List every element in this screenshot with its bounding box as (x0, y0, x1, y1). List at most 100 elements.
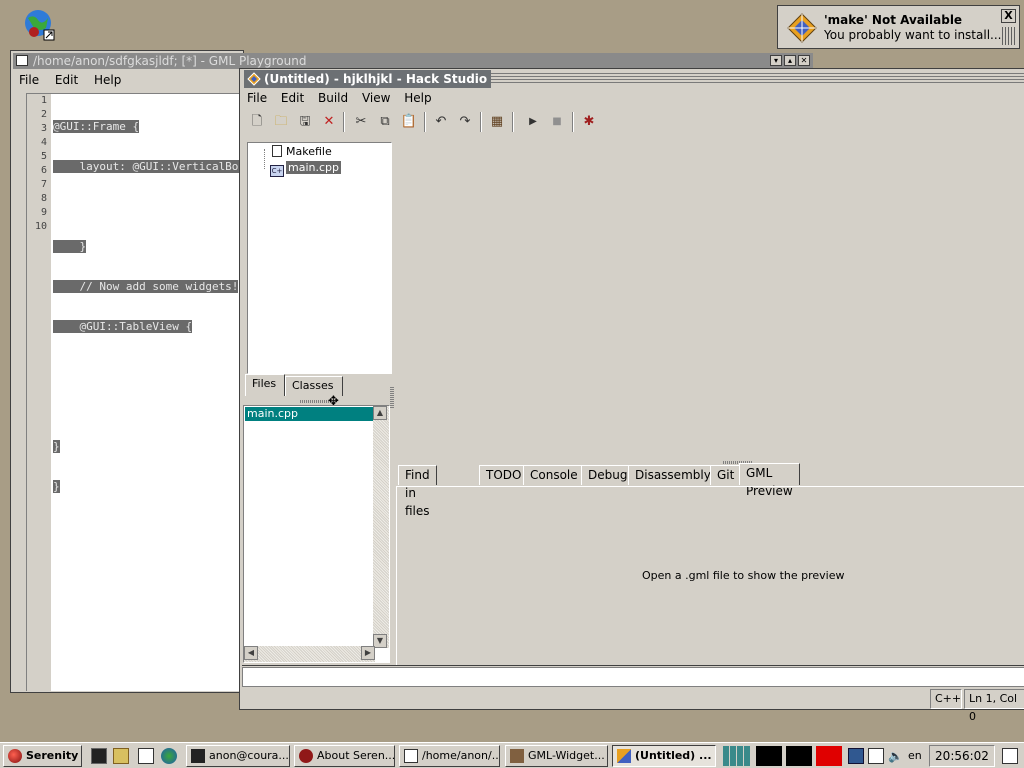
tree-item-label: main.cpp (286, 161, 341, 174)
code-area[interactable]: @GUI::Frame { layout: @GUI::VerticalBox … (53, 94, 253, 520)
cut-icon[interactable]: ✂ (350, 111, 372, 133)
tab-disassembly[interactable]: Disassembly (628, 465, 718, 485)
taskbar-window-about[interactable]: About Seren... (294, 745, 395, 767)
close-icon[interactable]: ✕ (798, 55, 810, 66)
new-file-icon[interactable]: 🗋 (246, 111, 268, 133)
scroll-down-icon[interactable]: ▼ (373, 634, 387, 648)
paste-icon[interactable]: 📋 (398, 111, 420, 133)
title-bar-stripes (474, 73, 1024, 85)
hs-title: (Untitled) - hjklhjkl - Hack Studio (264, 72, 488, 86)
tab-find-in-files[interactable]: Find in files (398, 465, 437, 518)
globe-icon[interactable] (22, 8, 56, 42)
hack-studio-icon (787, 13, 817, 43)
open-files-list[interactable]: main.cpp ▲ ▼ ◀ ▶ (243, 405, 390, 663)
close-icon[interactable]: X (1001, 9, 1016, 23)
hs-title-text: (Untitled) - hjklhjkl - Hack Studio (244, 70, 492, 88)
network-graph (816, 746, 842, 766)
notification-body: You probably want to install... (824, 28, 1002, 42)
tab-console[interactable]: Console (523, 465, 585, 485)
file-manager-icon[interactable] (113, 748, 129, 764)
tab-git[interactable]: Git (710, 465, 742, 485)
hs-menu-help[interactable]: Help (399, 89, 436, 107)
code-line: layout: @GUI::VerticalBox (53, 160, 246, 173)
maximize-icon[interactable]: ▴ (784, 55, 796, 66)
terminal-icon[interactable] (91, 748, 107, 764)
toolbar-separator (480, 112, 482, 132)
hs-menu-build[interactable]: Build (313, 89, 353, 107)
start-button[interactable]: Serenity (3, 745, 82, 767)
taskbar-window-hack-studio[interactable]: (Untitled) ... (612, 745, 716, 767)
keymap-indicator[interactable]: en (908, 749, 922, 762)
scroll-left-icon[interactable]: ◀ (244, 646, 258, 660)
tab-files[interactable]: Files (245, 374, 285, 396)
line-number: 3 (40, 123, 47, 134)
terminal-icon (191, 749, 205, 763)
gml-menu-help[interactable]: Help (88, 71, 127, 89)
line-number: 8 (40, 193, 47, 204)
browser-icon[interactable] (161, 748, 177, 764)
run-icon[interactable]: ▶ (522, 111, 544, 133)
code-line: } (53, 440, 60, 453)
notification-popup[interactable]: 'make' Not Available You probably want t… (777, 5, 1020, 49)
scroll-up-icon[interactable]: ▲ (373, 406, 387, 420)
gml-menu-edit[interactable]: Edit (49, 71, 84, 89)
clock[interactable]: 20:56:02 (929, 745, 995, 767)
copy-icon[interactable]: ⧉ (374, 111, 396, 133)
build-icon[interactable]: ▦ (486, 111, 508, 133)
toolbar-separator (343, 112, 345, 132)
status-language: C++ (930, 689, 962, 709)
tab-todo[interactable]: TODO (479, 465, 529, 485)
taskbar-window-terminal[interactable]: anon@coura... (186, 745, 290, 767)
line-number: 4 (40, 137, 47, 148)
gml-preview-pane: Open a .gml file to show the preview (396, 486, 1024, 666)
locator-input[interactable] (242, 667, 1024, 687)
scroll-right-icon[interactable]: ▶ (361, 646, 375, 660)
taskbar: Serenity anon@coura... About Seren... /h… (0, 742, 1024, 768)
start-label: Serenity (26, 749, 79, 762)
taskbar-window-label: /home/anon/... (422, 749, 500, 762)
delete-icon[interactable]: ✕ (318, 111, 340, 133)
save-icon[interactable]: 🖫 (294, 111, 316, 133)
notes-icon[interactable] (1002, 748, 1018, 764)
tab-gml-preview[interactable]: GML Preview (739, 463, 800, 498)
hs-menu-file[interactable]: File (242, 89, 272, 107)
redo-icon[interactable]: ↷ (454, 111, 476, 133)
stop-icon[interactable]: ■ (546, 111, 568, 133)
gml-menu-file[interactable]: File (13, 71, 45, 89)
hack-studio-window[interactable]: (Untitled) - hjklhjkl - Hack Studio File… (239, 68, 1024, 723)
workspace-switcher[interactable] (723, 746, 751, 766)
gml-title-bar[interactable]: /home/anon/sdfgkasjldf; [*] - GML Playgr… (13, 53, 813, 69)
vertical-scrollbar[interactable]: ▲ ▼ (373, 406, 389, 648)
hs-menu-view[interactable]: View (357, 89, 395, 107)
clipboard-icon[interactable] (868, 748, 884, 764)
taskbar-window-gml-widget[interactable]: GML-Widget... (505, 745, 608, 767)
line-number: 9 (40, 207, 47, 218)
horizontal-scrollbar[interactable]: ◀ ▶ (244, 646, 375, 662)
gml-code-editor[interactable]: 1 2 3 4 5 6 7 8 9 10 @GUI::Frame { layou… (26, 93, 246, 692)
hs-title-bar[interactable]: (Untitled) - hjklhjkl - Hack Studio (242, 70, 1024, 88)
taskbar-window-label: GML-Widget... (528, 749, 605, 762)
text-editor-icon[interactable] (138, 748, 154, 764)
hs-menubar: File Edit Build View Help (242, 89, 437, 109)
tree-item-makefile[interactable]: Makefile (272, 145, 332, 158)
vertical-splitter[interactable] (390, 387, 394, 409)
line-number: 5 (40, 151, 47, 162)
project-tree[interactable]: Makefile C+ main.cpp (247, 142, 392, 374)
tab-debug[interactable]: Debug (581, 465, 635, 485)
gml-playground-window[interactable]: /home/anon/sdfgkasjldf; [*] - GML Playgr… (10, 50, 813, 693)
tab-classes[interactable]: Classes (285, 376, 343, 396)
hs-menu-edit[interactable]: Edit (276, 89, 309, 107)
debug-icon[interactable]: ✱ (578, 111, 600, 133)
file-icon (272, 145, 282, 157)
preview-message: Open a .gml file to show the preview (642, 569, 845, 582)
memory-graph (786, 746, 812, 766)
notification-grip (1002, 27, 1016, 45)
volume-icon[interactable]: 🔈 (888, 748, 904, 764)
undo-icon[interactable]: ↶ (430, 111, 452, 133)
open-folder-icon[interactable]: 🗀 (270, 111, 292, 133)
open-file-row[interactable]: main.cpp (245, 407, 374, 421)
taskbar-window-gml[interactable]: /home/anon/... (399, 745, 500, 767)
tree-item-main-cpp[interactable]: C+ main.cpp (270, 161, 341, 177)
network-icon[interactable] (848, 748, 864, 764)
minimize-icon[interactable]: ▾ (770, 55, 782, 66)
